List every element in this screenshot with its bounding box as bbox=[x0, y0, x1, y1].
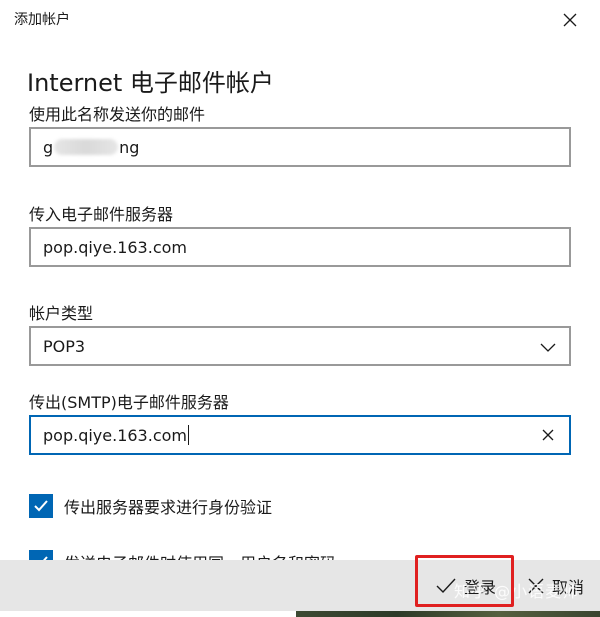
close-button[interactable] bbox=[558, 8, 582, 32]
checkbox-outgoing-auth[interactable]: 传出服务器要求进行身份验证 bbox=[29, 494, 272, 518]
add-account-dialog: 添加帐户 Internet 电子邮件帐户 使用此名称发送你的邮件 g ng 传入电… bbox=[0, 0, 600, 617]
display-name-input[interactable]: g ng bbox=[29, 127, 571, 167]
incoming-server-label: 传入电子邮件服务器 bbox=[29, 205, 174, 224]
account-type-select[interactable]: POP3 bbox=[29, 326, 571, 366]
account-type-label: 帐户类型 bbox=[29, 304, 94, 323]
account-type-value: POP3 bbox=[43, 336, 86, 356]
incoming-server-input[interactable]: pop.qiye.163.com bbox=[29, 227, 571, 267]
redacted-text bbox=[54, 139, 119, 155]
clear-icon bbox=[542, 429, 554, 441]
sign-in-label: 登录 bbox=[464, 577, 497, 597]
outgoing-server-value: pop.qiye.163.com bbox=[43, 425, 187, 445]
sign-in-button[interactable]: 登录 bbox=[436, 560, 496, 611]
dialog-footer: 登录 取消 bbox=[0, 560, 600, 611]
checkmark-icon bbox=[436, 578, 456, 593]
incoming-server-value: pop.qiye.163.com bbox=[43, 237, 187, 257]
cancel-label: 取消 bbox=[552, 577, 585, 597]
close-icon bbox=[563, 13, 577, 27]
desktop-background bbox=[296, 611, 600, 617]
display-name-value-suffix: ng bbox=[119, 137, 140, 157]
outgoing-server-input[interactable]: pop.qiye.163.com bbox=[29, 415, 571, 455]
window-title: 添加帐户 bbox=[14, 12, 70, 28]
outgoing-server-label: 传出(SMTP)电子邮件服务器 bbox=[29, 393, 229, 412]
page-title: Internet 电子邮件帐户 bbox=[27, 69, 274, 97]
display-name-label: 使用此名称发送你的邮件 bbox=[29, 105, 206, 124]
chevron-down-icon bbox=[540, 343, 556, 352]
cancel-button[interactable]: 取消 bbox=[528, 560, 584, 611]
close-icon bbox=[528, 578, 544, 593]
checkbox-box[interactable] bbox=[29, 494, 53, 518]
checkbox-label: 传出服务器要求进行身份验证 bbox=[64, 498, 273, 517]
checkmark-icon bbox=[34, 500, 48, 512]
text-caret bbox=[187, 425, 189, 445]
clear-input-button[interactable] bbox=[539, 426, 557, 444]
display-name-value-prefix: g bbox=[43, 137, 54, 157]
background-strip bbox=[0, 611, 600, 617]
